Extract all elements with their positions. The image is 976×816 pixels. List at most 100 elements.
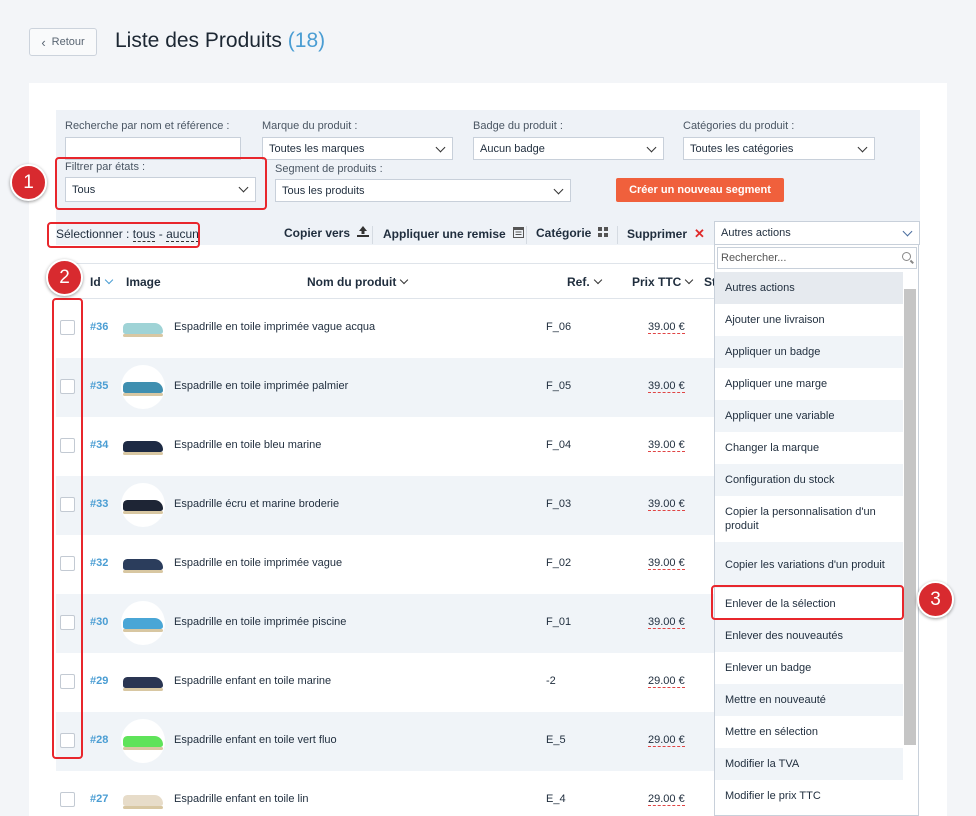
dropdown-search-input[interactable]: Rechercher... xyxy=(717,247,917,269)
table-row[interactable]: #27 Espadrille enfant en toile lin E_4 2… xyxy=(56,771,716,816)
copy-to-label: Copier vers xyxy=(284,226,351,240)
chevron-down-icon xyxy=(435,142,446,153)
dropdown-option[interactable]: Ajouter une livraison xyxy=(715,304,903,336)
badge-select[interactable]: Aucun badge xyxy=(473,137,664,160)
product-price[interactable]: 39.00 € xyxy=(648,380,685,393)
product-id[interactable]: #29 xyxy=(90,675,108,687)
shoe-thumbnail xyxy=(123,499,163,514)
chevron-down-icon xyxy=(857,142,868,153)
category-action-button[interactable]: Catégorie xyxy=(536,226,609,240)
product-id[interactable]: #33 xyxy=(90,498,108,510)
product-name[interactable]: Espadrille en toile imprimée palmier xyxy=(174,380,348,392)
column-id-header[interactable]: Id xyxy=(90,275,113,289)
category-action-label: Catégorie xyxy=(536,226,592,240)
table-row[interactable]: #33 Espadrille écru et marine broderie F… xyxy=(56,476,716,535)
product-ref: E_4 xyxy=(546,793,566,805)
copy-to-button[interactable]: Copier vers xyxy=(284,226,370,240)
product-id[interactable]: #28 xyxy=(90,734,108,746)
product-name[interactable]: Espadrille en toile imprimée vague xyxy=(174,557,342,569)
product-ref: F_04 xyxy=(546,439,572,451)
table-row[interactable]: #32 Espadrille en toile imprimée vague F… xyxy=(56,535,716,594)
column-id-label: Id xyxy=(90,275,101,289)
dropdown-option[interactable]: Enlever un badge xyxy=(715,652,903,684)
dropdown-option[interactable]: Configuration du stock xyxy=(715,464,903,496)
row-checkbox[interactable] xyxy=(60,792,75,807)
column-ref-header[interactable]: Ref. xyxy=(567,275,602,289)
dropdown-option[interactable]: Modifier la TVA xyxy=(715,748,903,780)
badge-label: Badge du produit : xyxy=(473,120,563,132)
product-ref: F_01 xyxy=(546,616,572,628)
other-actions-value: Autres actions xyxy=(721,227,791,239)
dropdown-option[interactable]: Autres actions xyxy=(715,272,903,304)
product-table-body: #36 Espadrille en toile imprimée vague a… xyxy=(56,299,716,816)
dropdown-option[interactable]: Appliquer un badge xyxy=(715,336,903,368)
back-button[interactable]: ‹ Retour xyxy=(29,28,97,56)
product-id[interactable]: #34 xyxy=(90,439,108,451)
segment-select[interactable]: Tous les produits xyxy=(275,179,571,202)
delete-button[interactable]: Supprimer ✕ xyxy=(627,226,705,242)
shoe-thumbnail xyxy=(123,440,163,455)
product-price[interactable]: 29.00 € xyxy=(648,734,685,747)
table-row[interactable]: #30 Espadrille en toile imprimée piscine… xyxy=(56,594,716,653)
product-price[interactable]: 39.00 € xyxy=(648,439,685,452)
shoe-thumbnail xyxy=(123,558,163,573)
segment-select-value: Tous les produits xyxy=(282,184,365,197)
product-name[interactable]: Espadrille enfant en toile vert fluo xyxy=(174,734,337,746)
table-row[interactable]: #35 Espadrille en toile imprimée palmier… xyxy=(56,358,716,417)
brand-select[interactable]: Toutes les marques xyxy=(262,137,453,160)
dropdown-option[interactable]: Enlever des nouveautés xyxy=(715,620,903,652)
brand-label: Marque du produit : xyxy=(262,120,358,132)
table-row[interactable]: #28 Espadrille enfant en toile vert fluo… xyxy=(56,712,716,771)
product-name[interactable]: Espadrille enfant en toile marine xyxy=(174,675,331,687)
apply-discount-button[interactable]: Appliquer une remise xyxy=(383,226,524,241)
shoe-thumbnail xyxy=(123,794,163,809)
dropdown-option[interactable]: Copier la personnalisation d'un produit xyxy=(715,496,903,542)
product-image xyxy=(121,424,165,468)
product-id[interactable]: #27 xyxy=(90,793,108,805)
product-name[interactable]: Espadrille en toile imprimée vague acqua xyxy=(174,321,375,333)
product-ref: F_05 xyxy=(546,380,572,392)
chevron-down-icon xyxy=(902,226,913,237)
calendar-icon xyxy=(512,226,524,241)
dropdown-option[interactable]: Modifier le prix TTC xyxy=(715,780,903,812)
toolbar-divider xyxy=(372,226,373,244)
product-image xyxy=(121,601,165,645)
page-title-text: Liste des Produits xyxy=(115,29,282,52)
dropdown-scrollbar[interactable] xyxy=(904,289,916,745)
product-name[interactable]: Espadrille écru et marine broderie xyxy=(174,498,339,510)
product-price[interactable]: 39.00 € xyxy=(648,557,685,570)
product-id[interactable]: #32 xyxy=(90,557,108,569)
dropdown-option[interactable]: Copier les variations d'un produit xyxy=(715,542,903,588)
table-row[interactable]: #34 Espadrille en toile bleu marine F_04… xyxy=(56,417,716,476)
product-price[interactable]: 29.00 € xyxy=(648,675,685,688)
product-price[interactable]: 39.00 € xyxy=(648,616,685,629)
product-name[interactable]: Espadrille en toile imprimée piscine xyxy=(174,616,346,628)
column-price-header[interactable]: Prix TTC xyxy=(632,275,694,289)
category-select[interactable]: Toutes les catégories xyxy=(683,137,875,160)
product-id[interactable]: #35 xyxy=(90,380,108,392)
dropdown-option[interactable]: Mettre en sélection xyxy=(715,716,903,748)
product-image xyxy=(121,306,165,350)
table-row[interactable]: #29 Espadrille enfant en toile marine -2… xyxy=(56,653,716,712)
column-name-header[interactable]: Nom du produit xyxy=(307,275,409,289)
product-price[interactable]: 29.00 € xyxy=(648,793,685,806)
sort-icon xyxy=(104,275,113,285)
dropdown-option[interactable]: Mettre en nouveauté xyxy=(715,684,903,716)
category-label: Catégories du produit : xyxy=(683,120,795,132)
product-name[interactable]: Espadrille enfant en toile lin xyxy=(174,793,309,805)
dropdown-option[interactable]: Appliquer une variable xyxy=(715,400,903,432)
shoe-thumbnail xyxy=(123,676,163,691)
create-segment-button[interactable]: Créer un nouveau segment xyxy=(616,178,784,202)
dropdown-option[interactable]: Appliquer une marge xyxy=(715,368,903,400)
dropdown-option[interactable]: Changer la marque xyxy=(715,432,903,464)
table-row[interactable]: #36 Espadrille en toile imprimée vague a… xyxy=(56,299,716,358)
other-actions-select[interactable]: Autres actions xyxy=(714,221,920,245)
product-id[interactable]: #30 xyxy=(90,616,108,628)
product-id[interactable]: #36 xyxy=(90,321,108,333)
product-price[interactable]: 39.00 € xyxy=(648,498,685,511)
product-price[interactable]: 39.00 € xyxy=(648,321,685,334)
product-name[interactable]: Espadrille en toile bleu marine xyxy=(174,439,321,451)
dropdown-options: Autres actions Ajouter une livraison App… xyxy=(715,272,903,812)
toolbar-divider xyxy=(617,226,618,244)
column-image-header: Image xyxy=(126,275,161,289)
